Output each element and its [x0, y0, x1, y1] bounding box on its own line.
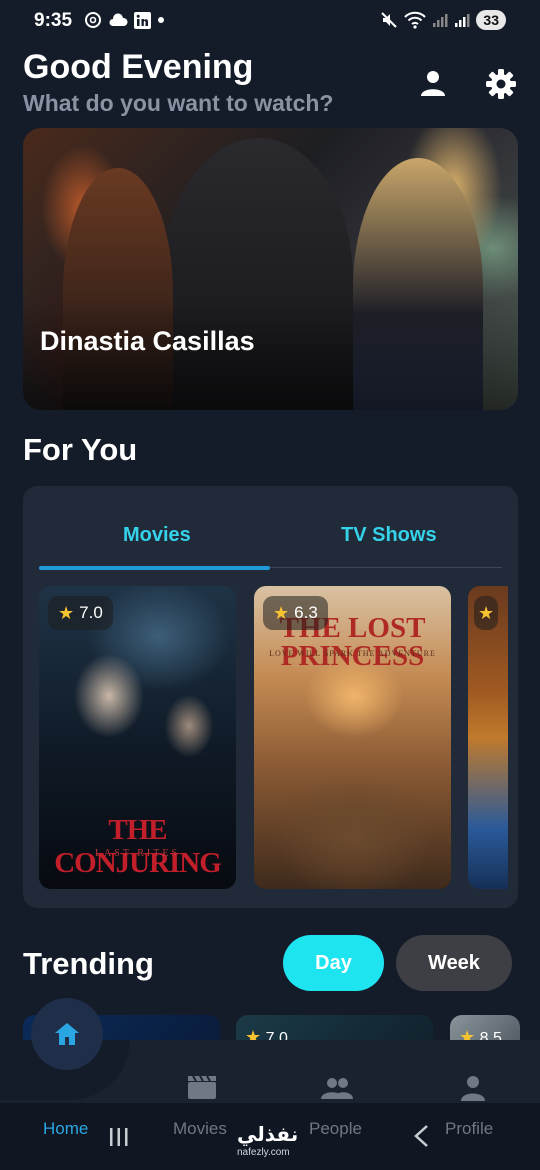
- week-toggle-button[interactable]: Week: [396, 935, 512, 991]
- tab-divider: [270, 567, 502, 568]
- greeting-subtitle: What do you want to watch?: [23, 90, 334, 116]
- people-icon[interactable]: [320, 1076, 354, 1100]
- person-icon: [421, 71, 445, 96]
- poster-card[interactable]: ★ 7.0 THE CONJURING LAST RITES: [39, 586, 236, 889]
- rating-value: 7.0: [79, 603, 103, 622]
- home-icon: [55, 1023, 79, 1045]
- rating-badge: ★ 7.0: [48, 596, 113, 630]
- trending-title: Trending: [23, 946, 154, 981]
- poster-tagline: LOVE WILL SPARK THE ADVENTURE: [269, 649, 436, 658]
- signal-icon-2: [455, 14, 470, 27]
- signal-icon: [433, 14, 448, 27]
- status-bar: 9:35 33: [0, 0, 540, 42]
- linkedin-icon: [134, 11, 151, 29]
- rating-value: 6.3: [294, 603, 318, 622]
- star-icon: ★: [273, 602, 290, 623]
- poster-card[interactable]: ★: [468, 586, 508, 889]
- watermark-logo: نفذلي nafezly.com: [237, 1122, 299, 1158]
- nav-label-movies[interactable]: Movies: [173, 1119, 227, 1139]
- status-time: 9:35: [34, 10, 73, 31]
- gear-icon: [486, 69, 516, 99]
- hero-title: Dinastia Casillas: [40, 326, 255, 356]
- threads-icon: [85, 12, 101, 28]
- watermark-url: nafezly.com: [237, 1147, 290, 1158]
- status-right-icons: 33: [380, 10, 506, 30]
- recent-apps-icon[interactable]: [108, 1126, 130, 1148]
- poster-card[interactable]: THE LOST PRINCESS LOVE WILL SPARK THE AD…: [254, 586, 451, 889]
- profile-nav-icon[interactable]: [459, 1074, 487, 1102]
- dot-icon: [158, 17, 164, 23]
- clapperboard-icon[interactable]: [187, 1074, 217, 1100]
- mute-icon: [381, 12, 398, 28]
- day-toggle-button[interactable]: Day: [283, 935, 384, 991]
- poster-subtitle: LAST RITES: [94, 848, 181, 859]
- status-left-icons: [84, 11, 165, 29]
- greeting-title: Good Evening: [23, 48, 254, 86]
- poster-title: THE CONJURING: [54, 814, 222, 879]
- profile-button[interactable]: [418, 68, 448, 98]
- rating-badge: ★: [474, 596, 499, 630]
- star-icon: ★: [58, 602, 75, 623]
- tab-active-indicator: [39, 566, 270, 570]
- rating-badge: ★ 6.3: [263, 596, 328, 630]
- battery-indicator: 33: [476, 10, 506, 30]
- nav-label-profile[interactable]: Profile: [445, 1119, 493, 1139]
- tab-tv-shows[interactable]: TV Shows: [341, 524, 437, 547]
- nav-label-home[interactable]: Home: [43, 1119, 88, 1139]
- wifi-icon: [404, 11, 427, 29]
- nav-label-people[interactable]: People: [309, 1119, 362, 1139]
- tab-movies[interactable]: Movies: [123, 524, 191, 547]
- nav-home-button[interactable]: [31, 998, 103, 1070]
- star-icon: ★: [478, 602, 495, 623]
- for-you-title: For You: [23, 432, 138, 467]
- for-you-card: Movies TV Shows ★ 7.0 THE CONJURING LAST…: [23, 486, 518, 908]
- cloud-icon: [109, 13, 128, 26]
- watermark-text: نفذلي: [237, 1124, 299, 1146]
- back-icon[interactable]: [412, 1124, 430, 1148]
- settings-button[interactable]: [485, 68, 517, 100]
- hero-banner[interactable]: Dinastia Casillas: [23, 128, 518, 410]
